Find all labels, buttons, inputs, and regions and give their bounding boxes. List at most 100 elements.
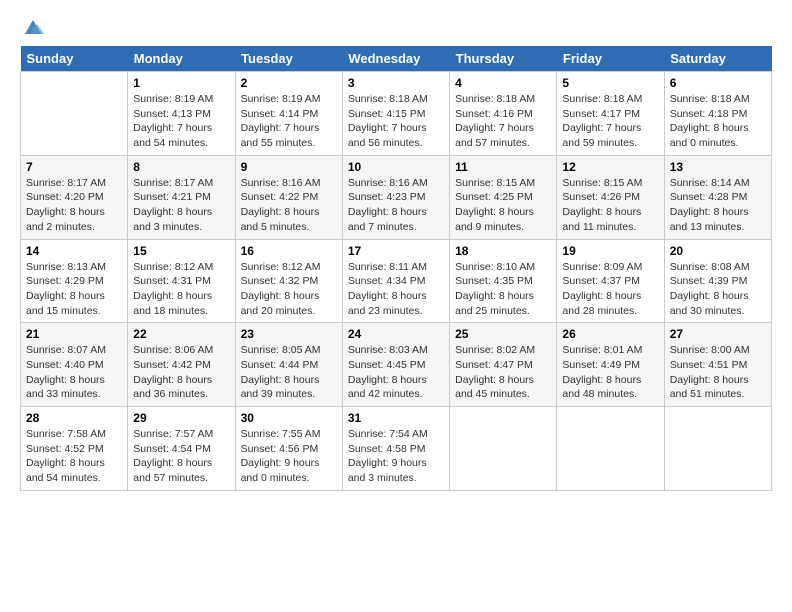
day-number: 23 [241,327,337,341]
calendar-cell: 21 Sunrise: 8:07 AMSunset: 4:40 PMDayligh… [21,323,128,407]
day-number: 16 [241,244,337,258]
day-info: Sunrise: 8:18 AMSunset: 4:16 PMDaylight:… [455,92,551,151]
day-number: 14 [26,244,122,258]
calendar-cell: 9 Sunrise: 8:16 AMSunset: 4:22 PMDaylight… [235,155,342,239]
calendar-cell [450,407,557,491]
day-number: 26 [562,327,658,341]
day-number: 25 [455,327,551,341]
calendar-cell: 2 Sunrise: 8:19 AMSunset: 4:14 PMDaylight… [235,72,342,156]
logo-icon [22,16,44,38]
day-info: Sunrise: 7:58 AMSunset: 4:52 PMDaylight:… [26,427,122,486]
day-number: 4 [455,76,551,90]
day-info: Sunrise: 7:57 AMSunset: 4:54 PMDaylight:… [133,427,229,486]
calendar-cell: 11 Sunrise: 8:15 AMSunset: 4:25 PMDayligh… [450,155,557,239]
day-info: Sunrise: 8:19 AMSunset: 4:14 PMDaylight:… [241,92,337,151]
calendar-cell: 4 Sunrise: 8:18 AMSunset: 4:16 PMDaylight… [450,72,557,156]
day-number: 24 [348,327,444,341]
day-info: Sunrise: 8:08 AMSunset: 4:39 PMDaylight:… [670,260,766,319]
calendar: SundayMondayTuesdayWednesdayThursdayFrid… [20,46,772,491]
calendar-cell: 24Sunrise: 8:03 AMSunset: 4:45 PMDayligh… [342,323,449,407]
calendar-cell: 12 Sunrise: 8:15 AMSunset: 4:26 PMDayligh… [557,155,664,239]
day-info: Sunrise: 8:15 AMSunset: 4:25 PMDaylight:… [455,176,551,235]
day-number: 27 [670,327,766,341]
calendar-cell: 14 Sunrise: 8:13 AMSunset: 4:29 PMDayligh… [21,239,128,323]
day-info: Sunrise: 8:11 AMSunset: 4:34 PMDaylight:… [348,260,444,319]
calendar-cell: 6 Sunrise: 8:18 AMSunset: 4:18 PMDaylight… [664,72,771,156]
calendar-week-row: 7Sunrise: 8:17 AMSunset: 4:20 PMDaylight… [21,155,772,239]
day-info: Sunrise: 8:05 AMSunset: 4:44 PMDaylight:… [241,343,337,402]
page: SundayMondayTuesdayWednesdayThursdayFrid… [0,0,792,501]
calendar-header-monday: Monday [128,46,235,72]
day-number: 12 [562,160,658,174]
day-info: Sunrise: 8:18 AMSunset: 4:17 PMDaylight:… [562,92,658,151]
day-number: 7 [26,160,122,174]
day-number: 8 [133,160,229,174]
day-info: Sunrise: 7:54 AMSunset: 4:58 PMDaylight:… [348,427,444,486]
day-info: Sunrise: 8:15 AMSunset: 4:26 PMDaylight:… [562,176,658,235]
calendar-cell: 18Sunrise: 8:10 AMSunset: 4:35 PMDayligh… [450,239,557,323]
calendar-cell: 17 Sunrise: 8:11 AMSunset: 4:34 PMDayligh… [342,239,449,323]
day-info: Sunrise: 8:12 AMSunset: 4:31 PMDaylight:… [133,260,229,319]
day-number: 2 [241,76,337,90]
day-number: 5 [562,76,658,90]
calendar-cell: 10 Sunrise: 8:16 AMSunset: 4:23 PMDayligh… [342,155,449,239]
day-info: Sunrise: 8:16 AMSunset: 4:23 PMDaylight:… [348,176,444,235]
day-number: 10 [348,160,444,174]
day-info: Sunrise: 8:18 AMSunset: 4:18 PMDaylight:… [670,92,766,151]
day-number: 3 [348,76,444,90]
day-info: Sunrise: 8:01 AMSunset: 4:49 PMDaylight:… [562,343,658,402]
calendar-cell: 23 Sunrise: 8:05 AMSunset: 4:44 PMDayligh… [235,323,342,407]
calendar-cell: 29Sunrise: 7:57 AMSunset: 4:54 PMDayligh… [128,407,235,491]
header [20,16,772,36]
calendar-cell [557,407,664,491]
day-info: Sunrise: 8:16 AMSunset: 4:22 PMDaylight:… [241,176,337,235]
day-number: 15 [133,244,229,258]
calendar-cell [664,407,771,491]
day-info: Sunrise: 8:00 AMSunset: 4:51 PMDaylight:… [670,343,766,402]
day-number: 17 [348,244,444,258]
day-info: Sunrise: 8:14 AMSunset: 4:28 PMDaylight:… [670,176,766,235]
calendar-cell: 28Sunrise: 7:58 AMSunset: 4:52 PMDayligh… [21,407,128,491]
calendar-cell: 19 Sunrise: 8:09 AMSunset: 4:37 PMDayligh… [557,239,664,323]
day-info: Sunrise: 8:18 AMSunset: 4:15 PMDaylight:… [348,92,444,151]
day-number: 22 [133,327,229,341]
day-info: Sunrise: 8:13 AMSunset: 4:29 PMDaylight:… [26,260,122,319]
calendar-week-row: 14 Sunrise: 8:13 AMSunset: 4:29 PMDayligh… [21,239,772,323]
calendar-cell: 1 Sunrise: 8:19 AMSunset: 4:13 PMDaylight… [128,72,235,156]
day-info: Sunrise: 8:17 AMSunset: 4:21 PMDaylight:… [133,176,229,235]
day-info: Sunrise: 8:06 AMSunset: 4:42 PMDaylight:… [133,343,229,402]
calendar-cell [21,72,128,156]
day-number: 21 [26,327,122,341]
calendar-header-row: SundayMondayTuesdayWednesdayThursdayFrid… [21,46,772,72]
calendar-cell: 13 Sunrise: 8:14 AMSunset: 4:28 PMDayligh… [664,155,771,239]
calendar-cell: 27 Sunrise: 8:00 AMSunset: 4:51 PMDayligh… [664,323,771,407]
calendar-week-row: 1 Sunrise: 8:19 AMSunset: 4:13 PMDaylight… [21,72,772,156]
calendar-header-sunday: Sunday [21,46,128,72]
day-info: Sunrise: 8:07 AMSunset: 4:40 PMDaylight:… [26,343,122,402]
day-number: 13 [670,160,766,174]
day-number: 19 [562,244,658,258]
day-info: Sunrise: 8:09 AMSunset: 4:37 PMDaylight:… [562,260,658,319]
calendar-cell: 3 Sunrise: 8:18 AMSunset: 4:15 PMDaylight… [342,72,449,156]
calendar-cell: 5 Sunrise: 8:18 AMSunset: 4:17 PMDaylight… [557,72,664,156]
day-number: 6 [670,76,766,90]
day-number: 1 [133,76,229,90]
day-info: Sunrise: 8:02 AMSunset: 4:47 PMDaylight:… [455,343,551,402]
calendar-header-thursday: Thursday [450,46,557,72]
calendar-header-friday: Friday [557,46,664,72]
calendar-cell: 7Sunrise: 8:17 AMSunset: 4:20 PMDaylight… [21,155,128,239]
calendar-cell: 20Sunrise: 8:08 AMSunset: 4:39 PMDayligh… [664,239,771,323]
day-number: 9 [241,160,337,174]
calendar-header-tuesday: Tuesday [235,46,342,72]
calendar-header-wednesday: Wednesday [342,46,449,72]
day-info: Sunrise: 8:19 AMSunset: 4:13 PMDaylight:… [133,92,229,151]
day-number: 31 [348,411,444,425]
day-number: 11 [455,160,551,174]
day-number: 30 [241,411,337,425]
calendar-cell: 30Sunrise: 7:55 AMSunset: 4:56 PMDayligh… [235,407,342,491]
calendar-cell: 16Sunrise: 8:12 AMSunset: 4:32 PMDayligh… [235,239,342,323]
calendar-cell: 8 Sunrise: 8:17 AMSunset: 4:21 PMDaylight… [128,155,235,239]
calendar-header-saturday: Saturday [664,46,771,72]
day-number: 18 [455,244,551,258]
calendar-cell: 26 Sunrise: 8:01 AMSunset: 4:49 PMDayligh… [557,323,664,407]
